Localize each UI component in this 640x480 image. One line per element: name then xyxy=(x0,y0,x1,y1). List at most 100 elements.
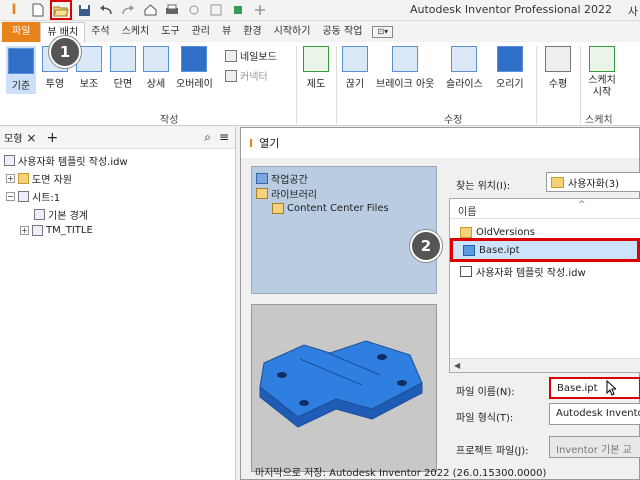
save-icon[interactable] xyxy=(74,1,94,19)
new-file-icon[interactable] xyxy=(28,1,48,19)
title-bar: I Autodesk Inventor Professional 2022 사 xyxy=(0,0,640,21)
tree-item-border[interactable]: 기본 경계 xyxy=(34,207,88,222)
tab-manage[interactable]: 관리 xyxy=(186,22,216,42)
menu-icon[interactable]: ≡ xyxy=(219,130,229,145)
slice-label: 슬라이스 xyxy=(446,79,483,90)
workspace-icon xyxy=(256,173,268,184)
place-content-center[interactable]: Content Center Files xyxy=(272,203,389,214)
nailboard-button[interactable]: 네일보드 xyxy=(225,48,277,63)
folder-icon xyxy=(460,226,472,238)
file-list: 이름 ^ OldVersions Base.ipt 사용자화 템플릿 작성.id… xyxy=(449,198,640,373)
ribbon-separator xyxy=(580,46,581,124)
section-view-button[interactable]: 단면 xyxy=(110,46,136,90)
redo-icon[interactable] xyxy=(118,1,138,19)
browser-tools: ⌕ ≡ xyxy=(204,130,229,145)
tab-more-button[interactable]: ⊡▾ xyxy=(372,26,394,38)
start-sketch-label: 스케치 시작 xyxy=(588,75,616,98)
crop-icon xyxy=(496,46,523,72)
collapse-icon[interactable]: − xyxy=(6,192,15,201)
add-tab-icon[interactable]: + xyxy=(46,130,58,146)
preview-pane xyxy=(251,304,437,472)
section-view-icon xyxy=(110,46,136,72)
ribbon-separator xyxy=(336,46,337,124)
break-out-button[interactable]: 브레이크 아웃 xyxy=(376,46,434,90)
close-icon[interactable]: × xyxy=(26,131,36,145)
look-in-dropdown[interactable]: 사용자화(3) xyxy=(546,172,640,192)
open-button[interactable] xyxy=(50,0,72,20)
start-sketch-button[interactable]: 스케치 시작 xyxy=(586,46,618,99)
tree-item-drawing-resources[interactable]: + 도면 자원 xyxy=(6,171,72,186)
tree-item-sheet[interactable]: − 시트:1 xyxy=(6,189,60,204)
app-title: Autodesk Inventor Professional 2022 xyxy=(409,3,612,16)
horizontal-scrollbar[interactable]: ◀ xyxy=(450,358,640,372)
project-file-dropdown[interactable]: Inventor 기본 교 xyxy=(549,436,640,458)
update-icon[interactable] xyxy=(184,1,204,19)
quick-access-toolbar xyxy=(28,0,270,20)
tree-item-document[interactable]: 사용자화 템플릿 작성.idw xyxy=(4,153,128,168)
drafting-button[interactable]: 제도 xyxy=(303,46,329,90)
file-name: Base.ipt xyxy=(479,244,520,256)
dialog-title: 열기 xyxy=(259,137,280,150)
tab-view[interactable]: 뷰 xyxy=(216,22,237,42)
appearance-icon[interactable] xyxy=(228,1,248,19)
place-workspace[interactable]: 작업공간 xyxy=(256,171,308,186)
ribbon-panel: 기준 투영 보조 단면 상세 오버레이 네일보드 커넥터 작성 제도 끊기 브레… xyxy=(0,42,640,126)
step-marker-1: 1 xyxy=(49,36,81,68)
tab-sketch[interactable]: 스케치 xyxy=(116,22,156,42)
base-view-icon xyxy=(8,48,34,74)
slice-button[interactable]: 슬라이스 xyxy=(446,46,483,90)
sketch-group-label: 스케치 xyxy=(585,115,613,126)
undo-icon[interactable] xyxy=(96,1,116,19)
horizontal-label: 수평 xyxy=(548,79,568,90)
search-icon[interactable]: ⌕ xyxy=(204,130,211,145)
connector-icon xyxy=(225,69,237,82)
add-icon[interactable] xyxy=(250,1,270,19)
file-item-base-ipt[interactable]: Base.ipt xyxy=(450,238,640,262)
tab-collaborate[interactable]: 공동 작업 xyxy=(316,22,368,42)
column-header-name[interactable]: 이름 ^ xyxy=(450,199,640,219)
file-item-idw[interactable]: 사용자화 템플릿 작성.idw xyxy=(450,262,640,280)
section-view-label: 단면 xyxy=(113,79,133,90)
part-file-icon xyxy=(463,244,475,256)
base-view-label: 기준 xyxy=(11,81,31,92)
overlay-view-button[interactable]: 오버레이 xyxy=(176,46,213,90)
place-libraries[interactable]: 라이브러리 xyxy=(256,186,317,201)
break-button[interactable]: 끊기 xyxy=(342,46,368,90)
crop-label: 오리기 xyxy=(496,79,524,90)
sheet-icon xyxy=(18,191,29,202)
base-view-button[interactable]: 기준 xyxy=(6,46,36,94)
dialog-title-bar: I 열기 xyxy=(241,128,639,158)
expand-icon[interactable]: + xyxy=(6,174,15,183)
crop-button[interactable]: 오리기 xyxy=(496,46,524,90)
part-preview-image xyxy=(259,340,423,428)
file-type-dropdown[interactable]: Autodesk Inventor xyxy=(549,403,640,425)
browser-tab-model[interactable]: 모형 xyxy=(4,130,22,145)
inventor-logo-icon: I xyxy=(249,136,254,150)
tab-tools[interactable]: 도구 xyxy=(155,22,185,42)
tree-item-title-block[interactable]: + TM_TITLE xyxy=(20,225,93,236)
tree-item-label: 도면 자원 xyxy=(32,175,72,186)
detail-view-icon xyxy=(143,46,169,72)
title-block-icon xyxy=(32,225,43,236)
print-icon[interactable] xyxy=(162,1,182,19)
file-name: OldVersions xyxy=(476,226,535,238)
file-type-label: 파일 형식(T): xyxy=(456,413,514,424)
connector-button[interactable]: 커넥터 xyxy=(225,68,268,83)
tree-item-label: TM_TITLE xyxy=(46,225,93,236)
file-name: 사용자화 템플릿 작성.idw xyxy=(476,267,586,279)
home-icon[interactable] xyxy=(140,1,160,19)
tab-file[interactable]: 파일 xyxy=(2,22,41,42)
title-right-text: 사 xyxy=(627,5,638,18)
place-label: 작업공간 xyxy=(271,175,308,186)
nailboard-label: 네일보드 xyxy=(240,52,277,63)
file-name-input[interactable]: Base.ipt xyxy=(549,377,640,399)
expand-icon[interactable]: + xyxy=(20,226,29,235)
break-label: 끊기 xyxy=(345,79,365,90)
tab-annotate[interactable]: 주석 xyxy=(85,22,115,42)
tab-environments[interactable]: 환경 xyxy=(237,22,267,42)
detail-view-button[interactable]: 상세 xyxy=(143,46,169,90)
measure-icon[interactable] xyxy=(206,1,226,19)
tab-get-started[interactable]: 시작하기 xyxy=(268,22,317,42)
drawing-file-icon xyxy=(4,155,15,166)
horizontal-button[interactable]: 수평 xyxy=(545,46,571,90)
